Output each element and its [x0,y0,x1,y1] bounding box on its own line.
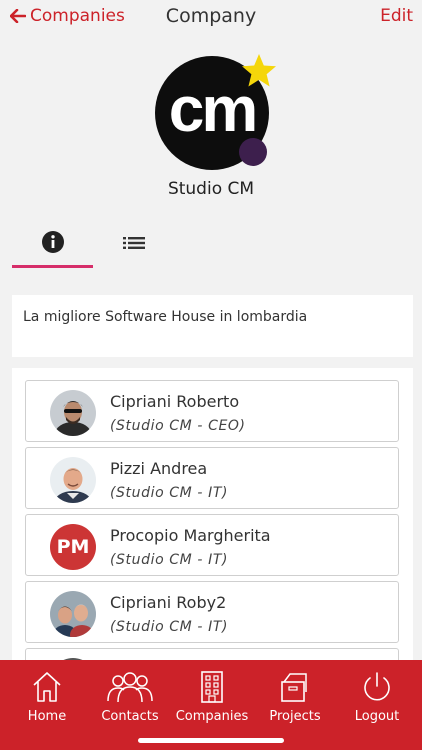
contact-role: (Studio CM - CEO) [110,418,246,434]
contact-name: Cipriani Roberto [110,392,240,411]
tab-companies-label: Companies [175,709,249,724]
avatar [50,457,96,503]
tab-list[interactable] [93,226,174,270]
list-item[interactable]: Cipriani Roberto (Studio CM - CEO) [25,380,399,442]
projects-icon [281,673,307,702]
company-description: La migliore Software House in lombardia [23,309,308,325]
contact-role: (Studio CM - IT) [110,552,229,568]
list-item[interactable]: Cipriani Roby2 (Studio CM - IT) [25,581,399,643]
page-title: Company [165,5,257,27]
contact-role: (Studio CM - IT) [110,619,229,635]
tab-companies[interactable]: Companies [170,670,254,728]
companies-icon [201,671,223,703]
home-indicator [138,738,284,743]
avatar [50,591,96,637]
company-name: Studio CM [167,179,255,199]
info-icon [41,231,64,253]
avatar: PM [50,524,96,570]
logo-dot [239,138,267,166]
segment-tabs [0,226,422,270]
contact-name: Procopio Margherita [110,526,271,545]
star-icon [242,54,276,87]
active-tab-indicator [12,265,93,268]
tab-logout-label: Logout [354,709,400,724]
avatar [50,390,96,436]
tab-home[interactable]: Home [5,670,89,728]
tab-contacts-label: Contacts [101,709,159,724]
navigation-bar: Companies Company Edit [0,0,422,36]
tab-contacts[interactable]: Contacts [88,670,172,728]
home-icon [33,672,61,702]
contacts-icon [107,672,153,703]
list-icon [122,237,145,249]
tab-info[interactable] [12,226,93,270]
tab-home-label: Home [27,709,67,724]
description-card: La migliore Software House in lombardia [12,295,413,357]
tab-logout[interactable]: Logout [335,670,419,728]
tab-projects[interactable]: Projects [253,670,337,728]
contacts-list: Cipriani Roberto (Studio CM - CEO) Pizzi… [12,368,413,668]
contact-name: Cipriani Roby2 [110,593,227,612]
contact-role: (Studio CM - IT) [110,485,229,501]
list-item[interactable]: Pizzi Andrea (Studio CM - IT) [25,447,399,509]
contact-name: Pizzi Andrea [110,459,208,478]
power-icon [364,672,390,701]
bottom-tab-bar: Home Contacts Companies Projects Logout [0,660,422,750]
tab-projects-label: Projects [269,709,321,724]
edit-button[interactable]: Edit [380,6,413,26]
list-item[interactable]: PM Procopio Margherita (Studio CM - IT) [25,514,399,576]
company-logo: cm [155,52,280,170]
